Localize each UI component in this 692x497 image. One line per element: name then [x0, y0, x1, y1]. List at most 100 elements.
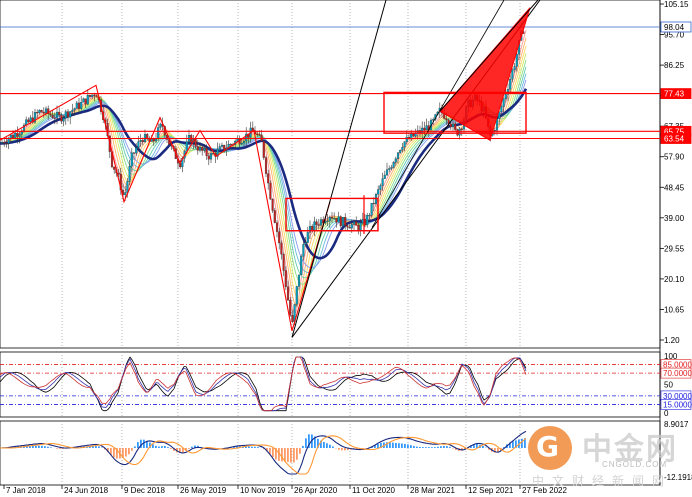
macd-histogram-bar [59, 448, 61, 449]
candle-body [335, 218, 338, 223]
price-chart-canvas[interactable]: 105.1595.7086.2576.8067.3557.9048.4539.0… [0, 0, 692, 497]
macd-histogram-bar [272, 448, 274, 458]
candle-body [7, 138, 10, 144]
candle-body [205, 148, 208, 156]
macd-histogram-bar [434, 447, 436, 448]
trendline-steep [291, 0, 387, 338]
candle-body [40, 110, 43, 113]
macd-histogram-bar [170, 448, 172, 449]
candle-body [350, 224, 353, 229]
candle-body [355, 221, 358, 226]
macd-histogram-bar [251, 446, 253, 448]
candle-body [390, 167, 393, 169]
candle-body [502, 98, 505, 107]
candle-body [141, 140, 144, 143]
macd-histogram-bar [407, 444, 409, 448]
candle-body [509, 78, 512, 90]
candle-body [286, 286, 290, 301]
macd-histogram-bar [413, 445, 415, 448]
candle-body [60, 114, 63, 122]
candle-body [139, 140, 142, 142]
candle-body [69, 111, 72, 118]
candle-body [130, 152, 133, 167]
candle-body [412, 133, 415, 137]
macd-histogram-bar [323, 441, 325, 448]
candle-body [317, 224, 320, 226]
candle-body [366, 215, 369, 226]
candle-body [359, 222, 362, 231]
ma-ribbon-line [0, 37, 527, 307]
candle-body [29, 117, 32, 123]
zigzag-line [0, 84, 331, 332]
candle-body [240, 142, 243, 145]
candle-body [275, 222, 279, 232]
price-axis-label: 86.25 [664, 61, 685, 70]
macd-histogram-bar [443, 445, 445, 448]
candle-body [218, 146, 221, 150]
panel-frames [0, 0, 661, 486]
macd-axis-label: 8.9017 [664, 420, 689, 429]
candle-body [64, 111, 67, 119]
candle-body [280, 242, 283, 255]
candle-body [62, 117, 65, 122]
price-axis-label: 20.10 [664, 275, 685, 284]
macd-histogram-bar [167, 447, 169, 448]
candle-body [128, 166, 131, 182]
candle-body [27, 119, 30, 123]
candle-body [313, 221, 316, 231]
candle-body [86, 95, 89, 105]
macd-histogram-bar [326, 443, 328, 448]
macd-histogram-bar [452, 448, 454, 449]
macd-histogram-bar [32, 445, 34, 448]
candle-body [504, 94, 507, 100]
candle-body [49, 113, 52, 116]
macd-histogram-bar [299, 448, 301, 454]
macd-histogram-bar [425, 447, 427, 448]
price-axis-label: 105.15 [664, 0, 689, 9]
macd-histogram-bar [164, 445, 166, 448]
macd-histogram-bar [44, 446, 46, 448]
date-axis-label: 10 Nov 2019 [240, 486, 286, 495]
macd-histogram-bar [437, 446, 439, 448]
macd-histogram-bar [521, 438, 523, 448]
candle-body [456, 129, 459, 136]
candle-body [388, 168, 391, 170]
price-axis-label: 39.00 [664, 214, 685, 223]
date-axis-label: 12 Sep 2021 [468, 486, 514, 495]
macd-histogram-bar [512, 441, 514, 448]
macd-histogram-bar [419, 446, 421, 448]
candle-body [179, 163, 182, 168]
date-axis-label: 27 Feb 2022 [522, 486, 567, 495]
candle-body [300, 256, 303, 276]
candle-body [18, 134, 21, 137]
macd-signal-line [0, 435, 527, 475]
candle-body [264, 157, 268, 174]
candle-body [198, 146, 202, 151]
macd-histogram-bar [341, 448, 343, 451]
macd-histogram-bar [416, 446, 418, 448]
candle-body [399, 149, 402, 153]
candle-body [381, 178, 384, 186]
macd-histogram-bar [47, 446, 49, 448]
candle-body [344, 217, 347, 226]
macd-histogram-bar [431, 447, 433, 448]
candle-body [273, 210, 276, 223]
candle-body [203, 148, 206, 151]
ma-ribbon-line [0, 30, 527, 314]
candle-body [229, 144, 232, 146]
macd-histogram-bar [377, 443, 379, 448]
candle-body [445, 118, 448, 121]
moving-average-ribbon [0, 30, 528, 314]
macd-histogram-bar [422, 447, 424, 448]
candle-body [209, 153, 213, 160]
price-tag-label: 98.04 [664, 23, 685, 32]
macd-histogram-bar [152, 444, 154, 448]
candle-body [449, 123, 452, 128]
macd-histogram-bar [56, 448, 58, 449]
price-tag-label: 77.43 [664, 90, 685, 99]
oscillator-panel: 10050085.000070.000030.000015.0000 [0, 352, 692, 418]
candle-body [71, 109, 74, 112]
candle-body [14, 132, 17, 138]
candle-body [403, 141, 406, 148]
candle-body [454, 123, 457, 130]
